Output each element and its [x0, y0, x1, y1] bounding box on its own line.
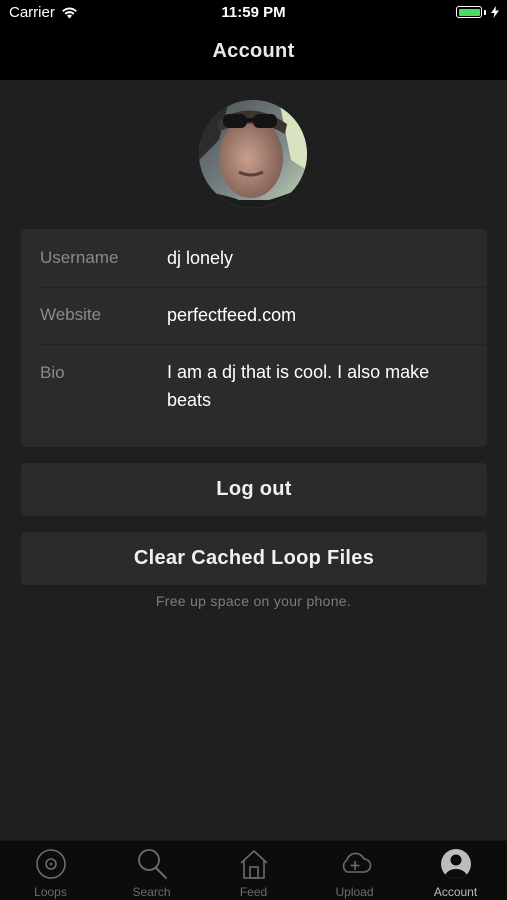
page-title: Account	[212, 40, 295, 62]
clear-cache-button[interactable]: Clear Cached Loop Files	[21, 532, 487, 585]
website-row[interactable]: Website perfectfeed.com	[21, 287, 487, 344]
tab-feed[interactable]: Feed	[203, 841, 304, 900]
username-value[interactable]: dj lonely	[167, 244, 467, 272]
bio-value[interactable]: I am a dj that is cool. I also make beat…	[167, 358, 457, 414]
tab-label: Account	[433, 885, 478, 899]
bio-row[interactable]: Bio I am a dj that is cool. I also make …	[21, 344, 487, 447]
cloud-upload-icon	[342, 852, 371, 873]
tab-upload[interactable]: Upload	[304, 841, 405, 900]
home-icon	[239, 850, 268, 879]
tab-label: Search	[132, 885, 171, 899]
battery-icon	[456, 6, 482, 18]
battery-level	[458, 8, 480, 16]
charging-bolt-icon	[491, 6, 499, 18]
user-photo-icon	[199, 100, 307, 208]
username-row[interactable]: Username dj lonely	[21, 229, 487, 287]
search-icon	[137, 849, 167, 879]
tab-loops[interactable]: Loops	[0, 841, 101, 900]
loop-disc-icon	[35, 849, 66, 879]
logout-button[interactable]: Log out	[21, 463, 487, 516]
tab-label: Loops	[34, 885, 67, 899]
tab-search[interactable]: Search	[101, 841, 202, 900]
avatar[interactable]	[199, 100, 307, 208]
website-label: Website	[40, 305, 102, 324]
status-time: 11:59 PM	[221, 4, 286, 21]
tab-label: Upload	[335, 885, 374, 899]
tab-label: Feed	[239, 885, 268, 899]
account-screen: Carrier 11:59 PM Account Username dj lon…	[0, 0, 507, 900]
username-label: Username	[40, 248, 119, 267]
bio-label: Bio	[40, 363, 65, 382]
top-bar: Carrier 11:59 PM Account	[0, 0, 507, 80]
clear-cache-hint: Free up space on your phone.	[155, 593, 352, 609]
user-icon	[440, 849, 471, 879]
tab-bar: Loops Search Feed Upload Account	[0, 840, 507, 900]
website-value[interactable]: perfectfeed.com	[167, 301, 467, 329]
profile-card: Username dj lonely Website perfectfeed.c…	[21, 229, 487, 447]
tab-account[interactable]: Account	[405, 841, 506, 900]
battery-indicator	[456, 6, 499, 18]
